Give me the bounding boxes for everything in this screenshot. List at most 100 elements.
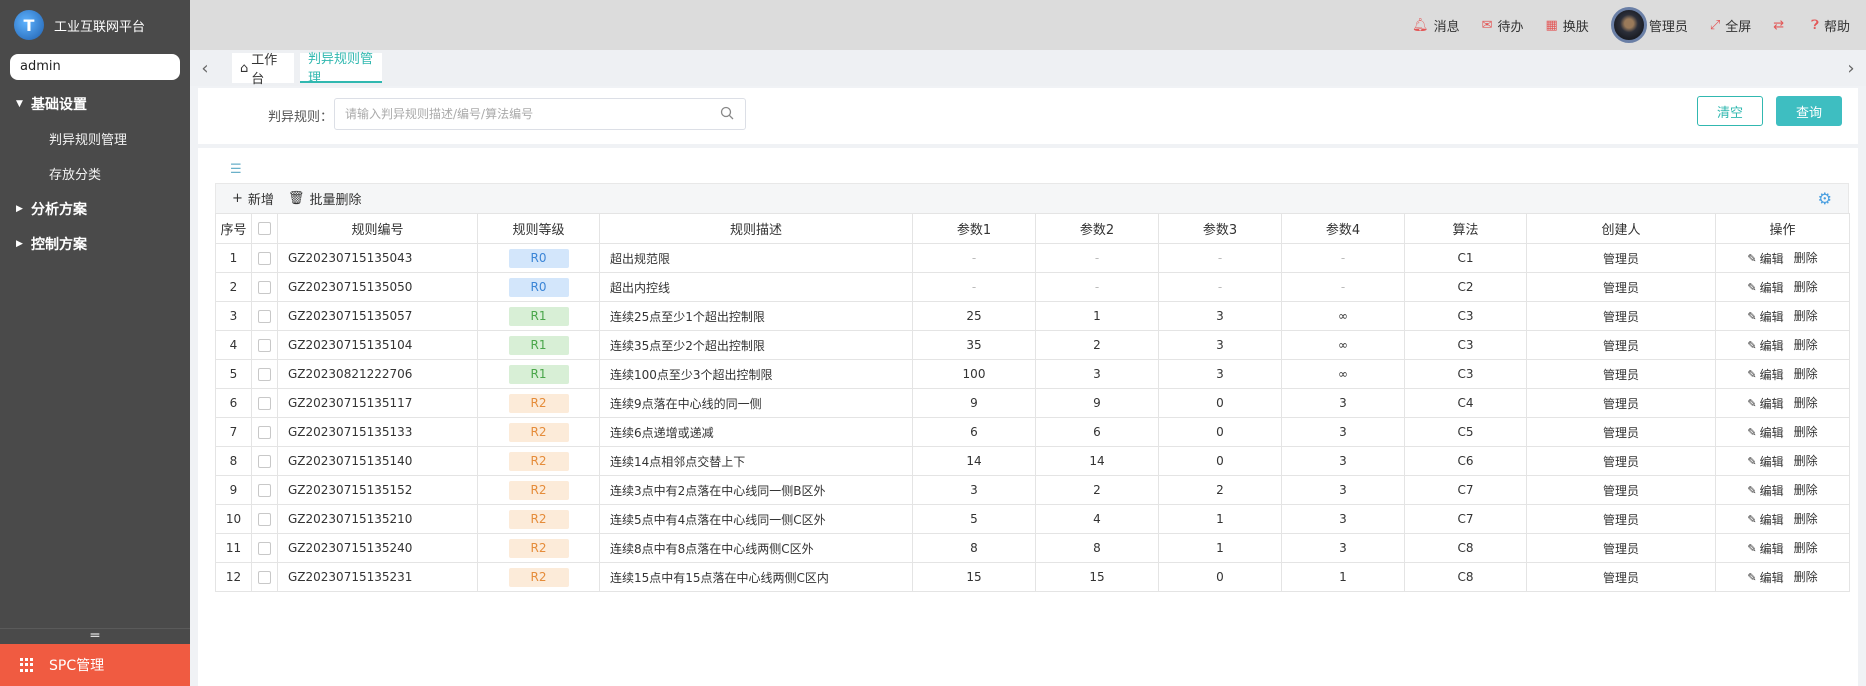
col-header-param1: 参数1 (912, 213, 1036, 244)
table-row[interactable]: 10 GZ20230715135210 R2 连续5点中有4点落在中心线同一侧C区外 5… (215, 504, 1850, 534)
gear-icon[interactable]: ⚙ (1818, 189, 1832, 208)
row-checkbox[interactable] (258, 426, 271, 439)
table-row[interactable]: 5 GZ20230821222706 R1 连续100点至少3个超出控制限 100 3 3 ∞… (215, 359, 1850, 389)
table-row[interactable]: 9 GZ20230715135152 R2 连续3点中有2点落在中心线同一侧B区外 3 2… (215, 475, 1850, 505)
row-checkbox[interactable] (258, 542, 271, 555)
todo-button[interactable]: ✉︎ 待办 (1482, 16, 1524, 35)
row-checkbox[interactable] (258, 281, 271, 294)
table-row[interactable]: 7 GZ20230715135133 R2 连续6点递增或递减 6 6 0 3 C5 管理员 ✎ 编辑… (215, 417, 1850, 447)
cell-actions: ✎ 编辑 删除 (1715, 417, 1850, 447)
sidebar-collapse-handle[interactable]: ═ (0, 628, 190, 644)
col-header-algorithm: 算法 (1404, 213, 1527, 244)
tabs-scroll-left-icon[interactable]: ‹ (190, 50, 220, 86)
fullscreen-button[interactable]: ⤢ 全屏 (1710, 16, 1751, 35)
edit-label: 编辑 (1759, 310, 1784, 324)
cell-actions: ✎ 编辑 删除 (1715, 388, 1850, 418)
sidebar-group-2[interactable]: ▶ 控制方案 (0, 226, 190, 261)
edit-button[interactable]: ✎ 编辑 (1747, 482, 1783, 499)
edit-button[interactable]: ✎ 编辑 (1747, 395, 1783, 412)
row-checkbox[interactable] (258, 484, 271, 497)
delete-button[interactable]: 删除 (1794, 394, 1818, 411)
delete-button[interactable]: 删除 (1794, 568, 1818, 585)
cell-code: GZ20230715135104 (277, 330, 478, 360)
delete-button[interactable]: 删除 (1794, 481, 1818, 498)
edit-button[interactable]: ✎ 编辑 (1747, 279, 1783, 296)
row-checkbox[interactable] (258, 571, 271, 584)
tab-workbench[interactable]: ⌂ 工作台 (232, 53, 294, 87)
cell-level: R2 (477, 504, 600, 534)
level-badge: R2 (508, 422, 569, 442)
table-row[interactable]: 3 GZ20230715135057 R1 连续25点至少1个超出控制限 25 1 3 ∞ C3… (215, 301, 1850, 331)
delete-button[interactable]: 删除 (1794, 510, 1818, 527)
cell-param3: 1 (1158, 504, 1282, 534)
sidebar-group-1[interactable]: ▶ 分析方案 (0, 191, 190, 226)
row-checkbox[interactable] (258, 310, 271, 323)
messages-button[interactable]: 🔔︎ 消息 (1412, 16, 1460, 35)
cell-select (251, 243, 278, 273)
row-checkbox[interactable] (258, 513, 271, 526)
table-row[interactable]: 11 GZ20230715135240 R2 连续8点中有8点落在中心线两侧C区外 8 8… (215, 533, 1850, 563)
query-button[interactable]: 查询 (1776, 96, 1842, 126)
edit-icon: ✎ (1747, 542, 1757, 555)
row-checkbox[interactable] (258, 397, 271, 410)
clear-button[interactable]: 清空 (1697, 96, 1763, 126)
cell-creator: 管理员 (1526, 562, 1716, 592)
rule-search-input[interactable] (334, 98, 746, 130)
level-badge: R0 (508, 248, 569, 268)
tabs-scroll-right-icon[interactable]: › (1836, 50, 1866, 86)
cell-param1: 25 (912, 301, 1036, 331)
edit-button[interactable]: ✎ 编辑 (1747, 453, 1783, 470)
delete-button[interactable]: 删除 (1794, 423, 1818, 440)
help-button[interactable]: ❓︎ 帮助 (1811, 16, 1850, 35)
delete-button[interactable]: 删除 (1794, 336, 1818, 353)
skin-button[interactable]: ▦ 换肤 (1546, 16, 1589, 35)
table-row[interactable]: 6 GZ20230715135117 R2 连续9点落在中心线的同一侧 9 9 0 3 C4 管理… (215, 388, 1850, 418)
edit-button[interactable]: ✎ 编辑 (1747, 511, 1783, 528)
list-icon[interactable]: ☰ (230, 162, 242, 177)
select-all-checkbox[interactable] (258, 222, 271, 235)
brand[interactable]: T 工业互联网平台 (0, 0, 190, 50)
table-row[interactable]: 1 GZ20230715135043 R0 超出规范限 - - - - C1 管理员 ✎ 编辑 删除 (215, 243, 1850, 273)
table-row[interactable]: 4 GZ20230715135104 R1 连续35点至少2个超出控制限 35 2 3 ∞ C3… (215, 330, 1850, 360)
level-badge: R1 (508, 364, 569, 384)
row-checkbox[interactable] (258, 368, 271, 381)
tab-rule-management[interactable]: 判异规则管理 (300, 52, 382, 86)
delete-button[interactable]: 删除 (1794, 539, 1818, 556)
edit-button[interactable]: ✎ 编辑 (1747, 540, 1783, 557)
edit-button[interactable]: ✎ 编辑 (1747, 569, 1783, 586)
cell-param3: 0 (1158, 446, 1282, 476)
batch-delete-button[interactable]: 🗑︎ 批量删除 (288, 189, 362, 208)
sidebar-group-0[interactable]: ▼ 基础设置 (0, 86, 190, 121)
plus-icon: + (232, 191, 243, 206)
switch-button[interactable]: ⇄ (1773, 18, 1789, 33)
sidebar-item-0-1[interactable]: 存放分类 (0, 156, 190, 191)
table-row[interactable]: 12 GZ20230715135231 R2 连续15点中有15点落在中心线两侧C区内… (215, 562, 1850, 592)
edit-button[interactable]: ✎ 编辑 (1747, 250, 1783, 267)
cell-level: R2 (477, 446, 600, 476)
level-badge: R2 (508, 538, 569, 558)
delete-button[interactable]: 删除 (1794, 249, 1818, 266)
table-row[interactable]: 8 GZ20230715135140 R2 连续14点相邻点交替上下 14 14 0 3 C6 管… (215, 446, 1850, 476)
table-row[interactable]: 2 GZ20230715135050 R0 超出内控线 - - - - C2 管理员 ✎ 编辑 删除 (215, 272, 1850, 302)
delete-button[interactable]: 删除 (1794, 452, 1818, 469)
tab-rule-management-label: 判异规则管理 (308, 52, 374, 86)
delete-button[interactable]: 删除 (1794, 365, 1818, 382)
row-checkbox[interactable] (258, 252, 271, 265)
add-button[interactable]: + 新增 (232, 189, 274, 208)
row-checkbox[interactable] (258, 455, 271, 468)
edit-button[interactable]: ✎ 编辑 (1747, 308, 1783, 325)
search-icon[interactable] (720, 106, 734, 120)
row-checkbox[interactable] (258, 339, 271, 352)
edit-button[interactable]: ✎ 编辑 (1747, 337, 1783, 354)
cell-desc: 连续25点至少1个超出控制限 (599, 301, 913, 331)
cell-param4: - (1281, 243, 1405, 273)
app-switch-spc[interactable]: SPC管理 (0, 644, 190, 686)
user-menu[interactable]: 管理员 (1610, 7, 1688, 43)
current-user-box[interactable]: admin (10, 54, 180, 80)
delete-button[interactable]: 删除 (1794, 307, 1818, 324)
edit-button[interactable]: ✎ 编辑 (1747, 424, 1783, 441)
edit-button[interactable]: ✎ 编辑 (1747, 366, 1783, 383)
sidebar-item-0-0[interactable]: 判异规则管理 (0, 121, 190, 156)
cell-code: GZ20230715135057 (277, 301, 478, 331)
delete-button[interactable]: 删除 (1794, 278, 1818, 295)
